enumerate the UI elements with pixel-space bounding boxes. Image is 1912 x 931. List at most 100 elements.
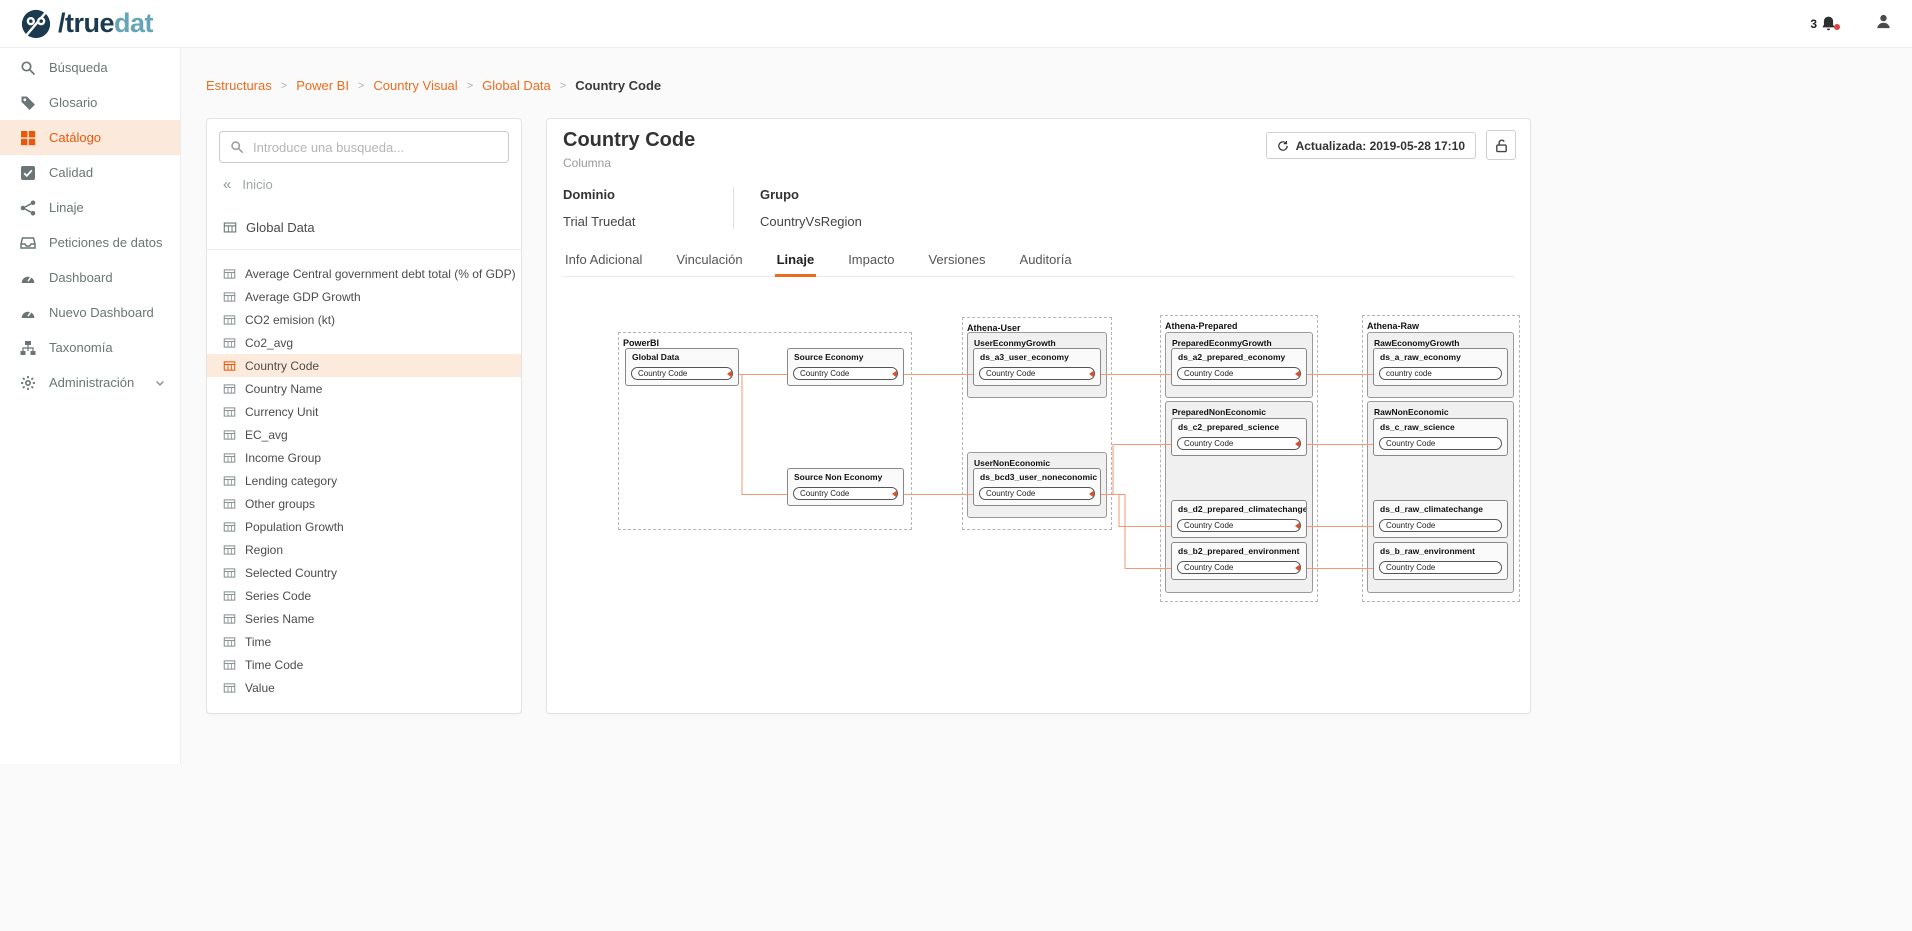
list-item[interactable]: Co2_avg [207, 331, 521, 354]
list-item[interactable]: Population Growth [207, 515, 521, 538]
lineage-node-global-data[interactable]: Global DataCountry Code [625, 348, 739, 386]
sidebar-item-busqueda[interactable]: Búsqueda [0, 50, 180, 85]
lineage-node-ds-c2-prepared-science[interactable]: ds_c2_prepared_scienceCountry Code [1171, 418, 1307, 456]
list-item[interactable]: Country Code [207, 354, 521, 377]
breadcrumb-link[interactable]: Estructuras [206, 78, 272, 93]
list-item[interactable]: CO2 emision (kt) [207, 308, 521, 331]
lineage-field-pill[interactable]: Country Code [979, 367, 1095, 380]
sidebar-item-linaje[interactable]: Linaje [0, 190, 180, 225]
lineage-field-pill[interactable]: Country Code [1379, 561, 1502, 574]
sidebar-item-dashboard[interactable]: Dashboard [0, 260, 180, 295]
detail-panel: Country Code Columna Actualizada: 2019-0… [546, 118, 1531, 714]
list-item-label: Region [245, 543, 283, 557]
sidebar-item-calidad[interactable]: Calidad [0, 155, 180, 190]
lineage-field-pill[interactable]: Country Code [793, 487, 898, 500]
back-to-start-link[interactable]: « Inicio [223, 177, 505, 192]
list-item[interactable]: Country Name [207, 377, 521, 400]
table-icon [223, 360, 236, 372]
grid-icon [20, 130, 36, 146]
tab-versiones[interactable]: Versiones [926, 245, 987, 276]
lineage-node-ds-c-raw-science[interactable]: ds_c_raw_scienceCountry Code [1373, 418, 1508, 456]
notifications-button[interactable]: 3 [1810, 15, 1837, 32]
breadcrumb-link[interactable]: Global Data [482, 78, 551, 93]
list-item[interactable]: Value [207, 676, 521, 699]
list-item[interactable]: Other groups [207, 492, 521, 515]
check-square-icon [20, 165, 36, 181]
lineage-node-ds-b-raw-environment[interactable]: ds_b_raw_environmentCountry Code [1373, 542, 1508, 580]
table-icon [223, 590, 236, 602]
lineage-field-pill[interactable]: Country Code [631, 367, 733, 380]
lock-button[interactable] [1486, 130, 1516, 160]
list-item[interactable]: Selected Country [207, 561, 521, 584]
lineage-node-ds-bcd3-user-noneconomic[interactable]: ds_bcd3_user_noneconomicCountry Code [973, 468, 1101, 506]
sidebar-item-glosario[interactable]: Glosario [0, 85, 180, 120]
double-chevron-left-icon: « [223, 177, 231, 192]
sidebar-item-nuevo-dashboard[interactable]: Nuevo Dashboard [0, 295, 180, 330]
lineage-node-source-non-economy[interactable]: Source Non EconomyCountry Code [787, 468, 904, 506]
sidebar-item-label: Nuevo Dashboard [49, 305, 154, 320]
lineage-field-pill[interactable]: country code [1379, 367, 1502, 380]
list-item[interactable]: Time Code [207, 653, 521, 676]
list-item[interactable]: Time [207, 630, 521, 653]
lineage-field-pill[interactable]: Country Code [1379, 437, 1502, 450]
lineage-node-source-economy[interactable]: Source EconomyCountry Code [787, 348, 904, 386]
lineage-field-label: Country Code [800, 489, 849, 498]
tabs: Info Adicional Vinculación Linaje Impacto Ve… [563, 245, 1514, 277]
table-icon [223, 291, 236, 303]
list-item[interactable]: EC_avg [207, 423, 521, 446]
tab-info-adicional[interactable]: Info Adicional [563, 245, 644, 276]
list-item-label: Population Growth [245, 520, 344, 534]
list-item[interactable]: Average GDP Growth [207, 285, 521, 308]
sidebar-item-peticiones-de-datos[interactable]: Peticiones de datos [0, 225, 180, 260]
sidebar-item-taxonomia[interactable]: Taxonomía [0, 330, 180, 365]
list-item[interactable]: Region [207, 538, 521, 561]
truedat-logo[interactable]: /truedat [20, 8, 153, 40]
user-menu-button[interactable] [1875, 13, 1892, 35]
table-icon [223, 544, 236, 556]
search-input[interactable] [253, 140, 498, 155]
notification-dot [1834, 24, 1840, 30]
list-item[interactable]: Series Name [207, 607, 521, 630]
breadcrumb-link[interactable]: Country Visual [373, 78, 457, 93]
lineage-subgroup-label: RawEconomyGrowth [1368, 335, 1465, 348]
lineage-node-ds-d-raw-climatechange[interactable]: ds_d_raw_climatechange Country Code [1373, 500, 1508, 538]
list-item-label: Co2_avg [245, 336, 293, 350]
tab-impacto[interactable]: Impacto [846, 245, 896, 276]
list-item[interactable]: Income Group [207, 446, 521, 469]
lineage-field-pill[interactable]: Country Code [793, 367, 898, 380]
lineage-field-pill[interactable]: Country Code [1177, 367, 1301, 380]
back-link-label: Inicio [242, 177, 272, 192]
table-icon [223, 498, 236, 510]
list-item[interactable]: Lending category [207, 469, 521, 492]
tab-auditoria[interactable]: Auditoría [1018, 245, 1074, 276]
lineage-node-ds-a2-prepared-economy[interactable]: ds_a2_prepared_economyCountry Code [1171, 348, 1307, 386]
lineage-node-ds-a-raw-economy[interactable]: ds_a_raw_economycountry code [1373, 348, 1508, 386]
lineage-field-label: Country Code [1184, 563, 1233, 572]
lineage-node-ds-a3-user-economy[interactable]: ds_a3_user_economy Country Code [973, 348, 1101, 386]
updated-label: Actualizada: 2019-05-28 17:10 [1296, 139, 1465, 153]
list-item[interactable]: Currency Unit [207, 400, 521, 423]
sidebar-item-catalogo[interactable]: Catálogo [0, 120, 180, 155]
lineage-node-ds-d2-prepared-climatechange[interactable]: ds_d2_prepared_climatechangeCountry Code [1171, 500, 1307, 538]
lineage-field-pill[interactable]: Country Code [979, 487, 1095, 500]
lineage-field-pill[interactable]: Country Code [1177, 437, 1301, 450]
refresh-updated-button[interactable]: Actualizada: 2019-05-28 17:10 [1266, 132, 1476, 159]
lineage-field-pill[interactable]: Country Code [1177, 519, 1301, 532]
sidebar-item-administracion[interactable]: Administración [0, 365, 180, 400]
lineage-node-ds-b2-prepared-environment[interactable]: ds_b2_prepared_environmentCountry Code [1171, 542, 1307, 580]
structure-type-label: Columna [563, 156, 611, 170]
lineage-node-label: ds_d_raw_climatechange [1374, 501, 1507, 514]
list-item[interactable]: Average Central government debt total (%… [207, 262, 521, 285]
lineage-field-pill[interactable]: Country Code [1379, 519, 1502, 532]
lineage-field-label: Country Code [1386, 521, 1435, 530]
breadcrumb-link[interactable]: Power BI [296, 78, 349, 93]
list-item[interactable]: Series Code [207, 584, 521, 607]
lineage-field-pill[interactable]: Country Code [1177, 561, 1301, 574]
tab-linaje[interactable]: Linaje [775, 245, 817, 277]
tab-vinculacion[interactable]: Vinculación [674, 245, 744, 276]
page: /truedat 3 Búsqueda Glosario CatálogoCalid… [0, 0, 1912, 931]
lineage-node-label: ds_a3_user_economy [974, 349, 1100, 362]
parent-structure-item[interactable]: Global Data [223, 220, 505, 235]
brand-bold: /true [58, 8, 114, 38]
sidebar-item-label: Glosario [49, 95, 97, 110]
